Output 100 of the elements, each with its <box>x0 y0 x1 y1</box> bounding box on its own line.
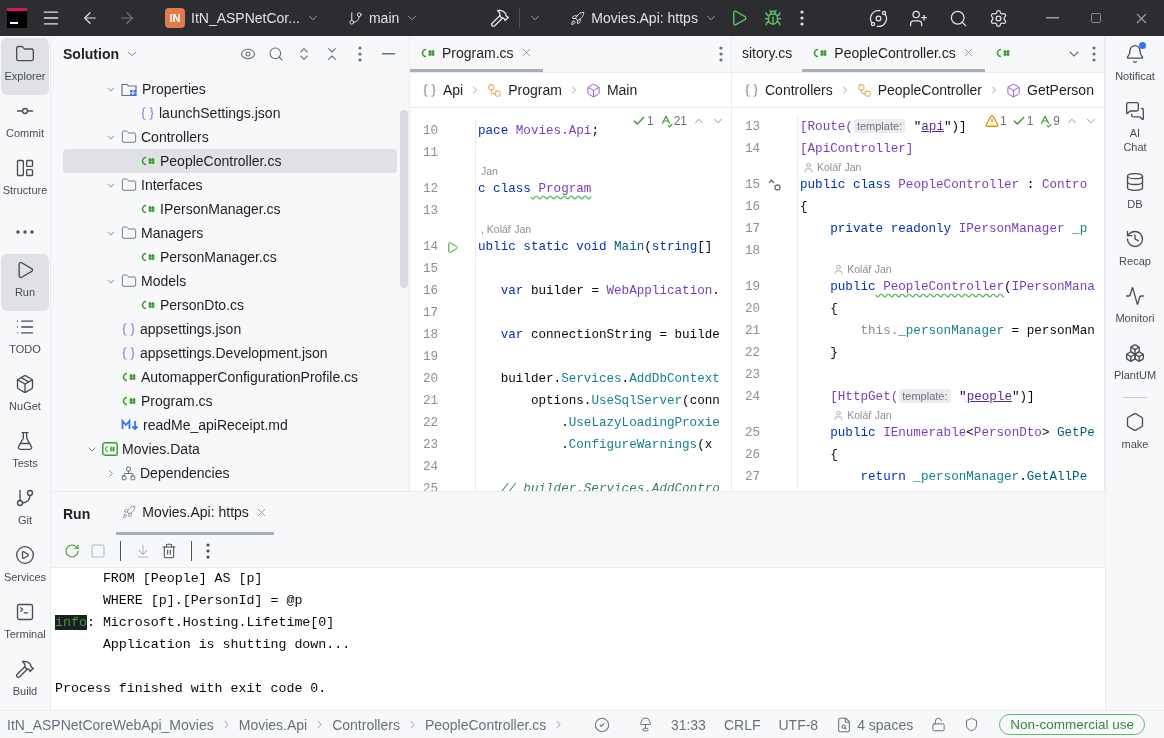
caret-position[interactable]: 31:33 <box>670 716 706 733</box>
properties-folder-icon <box>121 81 138 97</box>
flask-icon <box>15 431 35 451</box>
console-line: Process finished with exit code 0. <box>55 680 328 698</box>
tree-item[interactable]: PeopleController.cs <box>63 149 397 173</box>
tool-window-button[interactable]: Recap <box>1111 223 1159 280</box>
search-icon[interactable] <box>948 8 968 28</box>
settings-icon[interactable] <box>988 8 1008 28</box>
breadcrumb-item[interactable]: Movies.Api <box>238 716 308 733</box>
tree-item[interactable]: PersonDto.cs <box>63 293 397 317</box>
tree-item[interactable]: AutomapperConfigurationProfile.cs <box>63 365 397 389</box>
project-selector[interactable]: IN ItN_ASPNetCor... <box>161 4 324 32</box>
breadcrumb-item[interactable]: GetPerson <box>1006 82 1094 98</box>
breadcrumb-item[interactable]: ItN_ASPNetCoreWebApi_Movies <box>7 716 214 733</box>
more-icon[interactable] <box>1092 46 1096 62</box>
line-number: 23 <box>743 368 760 382</box>
tree-item[interactable]: Models <box>63 269 397 293</box>
run-icon[interactable] <box>446 240 459 254</box>
line-number: 20 <box>421 372 438 386</box>
editor-tab[interactable]: sitory.cs <box>732 36 803 72</box>
inspection-status[interactable]: 21 <box>658 114 687 128</box>
breadcrumb-item[interactable]: PeopleController.cs <box>424 716 547 733</box>
more-icon[interactable] <box>799 10 804 26</box>
tool-window-button[interactable]: Structure <box>1 152 49 209</box>
tool-window-button[interactable]: Monitori <box>1111 280 1159 337</box>
tool-window-button[interactable]: Commit <box>1 95 49 152</box>
project-badge: IN <box>165 8 185 28</box>
package-icon <box>15 374 35 394</box>
line-number: 13 <box>421 204 438 218</box>
inspection-status[interactable]: 9 <box>1038 114 1060 128</box>
tree-item[interactable]: PersonManager.cs <box>63 245 397 269</box>
tool-window-button[interactable]: Notificat <box>1111 38 1159 95</box>
back-icon[interactable] <box>81 9 99 27</box>
tool-window-button[interactable]: Git <box>1 482 49 539</box>
tool-window-button[interactable]: PlantUM <box>1111 337 1159 394</box>
minimize-icon[interactable] <box>1045 17 1059 19</box>
tool-window-button[interactable]: NuGet <box>1 368 49 425</box>
indent-setting[interactable]: 4 spaces <box>836 716 914 733</box>
inspection-status[interactable]: 1 <box>984 114 1007 128</box>
line-number: 16 <box>743 200 760 214</box>
tool-window-button[interactable]: Services <box>1 539 49 596</box>
shield-icon[interactable] <box>964 717 980 732</box>
scrollbar[interactable] <box>400 110 408 288</box>
tree-item[interactable]: Program.cs <box>63 389 397 413</box>
file-encoding[interactable]: UTF-8 <box>778 716 819 733</box>
debug-icon[interactable] <box>763 9 782 27</box>
tree-item[interactable]: Properties <box>63 77 397 101</box>
view-selector[interactable]: Solution <box>63 46 139 62</box>
more-icon[interactable] <box>719 46 723 62</box>
tool-window-button[interactable]: Tests <box>1 425 49 482</box>
code-line: .ConfigureWarnings(x <box>560 438 713 452</box>
tool-window-button[interactable]: Build <box>1 653 49 710</box>
tree-item[interactable]: appsettings.Development.json <box>63 341 397 365</box>
add-user-icon[interactable] <box>908 8 928 28</box>
trash-icon[interactable] <box>161 543 177 559</box>
structure-icon <box>15 158 35 178</box>
more-icon[interactable] <box>206 543 210 559</box>
lock-icon[interactable] <box>931 717 947 732</box>
rerun-icon[interactable] <box>64 543 80 559</box>
tree-item[interactable]: Movies.Data <box>63 437 397 461</box>
line-number: 21 <box>743 324 760 338</box>
line-number: 12 <box>421 182 438 196</box>
maximize-icon[interactable] <box>1090 12 1102 24</box>
tree-item[interactable]: Controllers <box>63 125 397 149</box>
inspection-status[interactable]: 1 <box>631 114 654 128</box>
inspection-status[interactable]: 1 <box>1011 114 1034 128</box>
tree-item[interactable]: IPersonManager.cs <box>63 197 397 221</box>
tool-window-button[interactable]: Run <box>1 254 49 311</box>
breadcrumb-item[interactable]: Main <box>585 82 638 98</box>
breadcrumb-item[interactable]: Controllers <box>744 82 833 98</box>
tree-item[interactable]: appsettings.json <box>63 317 397 341</box>
spiral-icon[interactable] <box>868 8 888 28</box>
hammer-icon[interactable] <box>490 8 511 28</box>
tool-window-button[interactable]: AI Chat <box>1111 95 1159 166</box>
code-line: [HttpGet( template: "people")] <box>829 390 1035 404</box>
tree-item[interactable]: Dependencies <box>63 461 397 485</box>
editor-tab[interactable]: PeopleController.cs <box>802 36 985 72</box>
more-icon[interactable] <box>358 46 362 62</box>
tree-item[interactable]: Managers <box>63 221 397 245</box>
run-configuration-selector[interactable]: Movies.Api: https <box>566 4 722 32</box>
breadcrumb-item[interactable]: PeopleController <box>856 82 982 98</box>
tree-item[interactable]: readMe_apiReceipt.md <box>63 413 397 437</box>
line-ending[interactable]: CRLF <box>723 716 761 733</box>
breadcrumb-item[interactable]: Api <box>422 82 464 98</box>
tool-window-button[interactable]: make <box>1111 406 1159 463</box>
tool-window-button[interactable]: Explorer <box>1 38 49 95</box>
code-line: { <box>799 200 808 214</box>
check-circle-icon[interactable] <box>593 716 610 733</box>
breadcrumb-item[interactable]: Program <box>487 82 562 98</box>
tree-item[interactable]: Interfaces <box>63 173 397 197</box>
tool-window-button[interactable]: Terminal <box>1 596 49 653</box>
braces-icon <box>121 321 136 337</box>
file-search-icon <box>836 716 853 733</box>
tool-window-button[interactable]: TODO <box>1 311 49 368</box>
tree-item[interactable]: launchSettings.json <box>63 101 397 125</box>
more-icon <box>16 229 34 234</box>
branch-selector[interactable]: main <box>343 4 424 32</box>
tool-window-button[interactable]: DB <box>1111 166 1159 223</box>
eye-icon[interactable] <box>240 46 256 62</box>
breadcrumb-item[interactable]: Controllers <box>332 716 400 733</box>
